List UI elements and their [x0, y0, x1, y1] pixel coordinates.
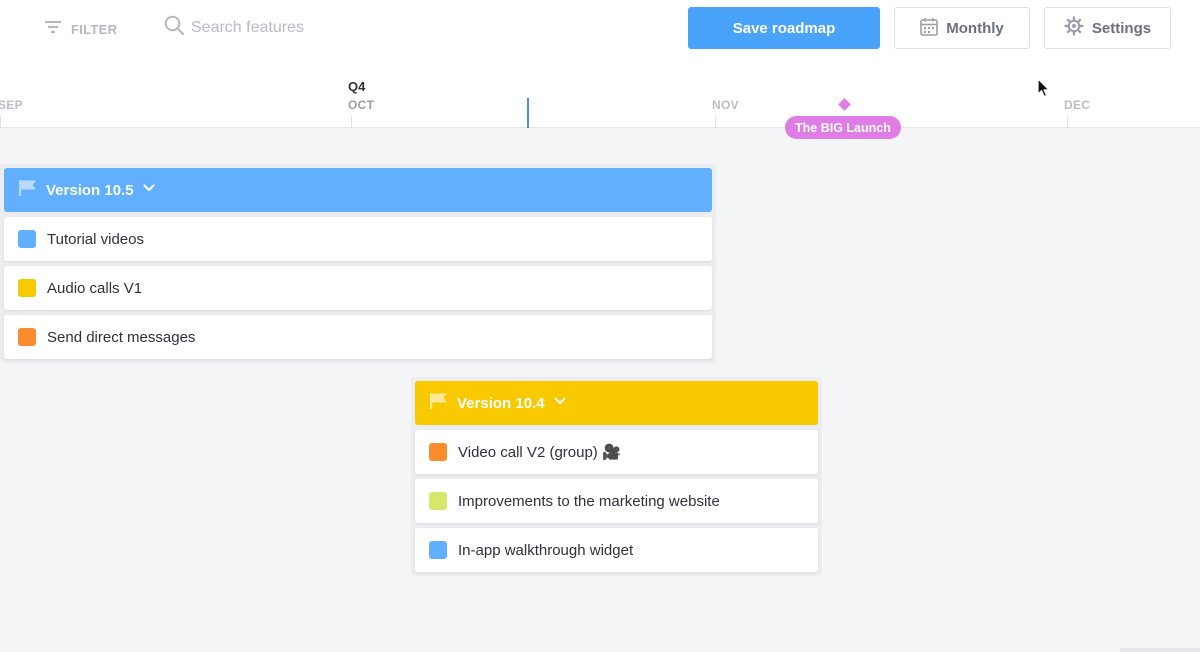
milestone-diamond-icon[interactable] [838, 98, 851, 111]
timeline-header: Q4 SEP OCT NOV DEC The BIG Launch [0, 62, 1200, 139]
gear-icon [1064, 16, 1084, 40]
month-tick [351, 116, 352, 128]
scroll-edge [1120, 648, 1200, 652]
release-header[interactable]: Version 10.4 [415, 381, 818, 425]
release-version-10-5: Version 10.5 Tutorial videos Audio calls… [0, 164, 716, 363]
quarter-label: Q4 [348, 79, 366, 94]
release-header[interactable]: Version 10.5 [4, 168, 712, 212]
toolbar: FILTER Save roadmap Monthly [0, 0, 1200, 62]
chevron-down-icon[interactable] [553, 394, 567, 412]
feature-color-swatch [18, 230, 36, 248]
today-marker [527, 98, 529, 128]
feature-name: Audio calls V1 [47, 279, 143, 297]
feature-name: Tutorial videos [47, 230, 144, 248]
feature-color-swatch [18, 279, 36, 297]
month-label-oct: OCT [348, 98, 375, 112]
feature-row[interactable]: Tutorial videos [4, 217, 712, 261]
feature-name: Video call V2 (group) 🎥 [458, 444, 621, 461]
release-version-10-4: Version 10.4 Video call V2 (group) 🎥 Imp… [411, 377, 822, 576]
mouse-cursor-icon [1037, 78, 1051, 103]
month-label-sep: SEP [0, 98, 23, 112]
feature-row[interactable]: Audio calls V1 [4, 266, 712, 310]
feature-row[interactable]: In-app walkthrough widget [415, 528, 818, 572]
view-mode-label: Monthly [946, 19, 1004, 37]
feature-name: In-app walkthrough widget [458, 541, 634, 559]
month-label-dec: DEC [1064, 98, 1091, 112]
settings-label: Settings [1091, 19, 1152, 37]
chevron-down-icon[interactable] [142, 181, 156, 199]
month-tick [1067, 116, 1068, 128]
release-name: Version 10.4 [457, 394, 545, 412]
feature-row[interactable]: Video call V2 (group) 🎥 [415, 430, 818, 474]
milestone-label[interactable]: The BIG Launch [785, 116, 901, 139]
month-label-nov: NOV [712, 98, 739, 112]
filter-icon [44, 18, 62, 41]
feature-color-swatch [18, 328, 36, 346]
feature-color-swatch [429, 541, 447, 559]
calendar-icon [920, 17, 939, 40]
feature-color-swatch [429, 492, 447, 510]
search-icon [164, 15, 185, 41]
flag-icon [18, 179, 38, 201]
view-mode-button[interactable]: Monthly [894, 7, 1030, 49]
feature-color-swatch [429, 443, 447, 461]
filter-label: FILTER [71, 22, 118, 37]
feature-name: Send direct messages [47, 328, 196, 346]
month-tick [715, 116, 716, 128]
feature-row[interactable]: Improvements to the marketing website [415, 479, 818, 523]
flag-icon [429, 392, 449, 414]
settings-button[interactable]: Settings [1044, 7, 1171, 49]
search-input[interactable] [191, 19, 451, 37]
search-box [164, 14, 464, 42]
filter-button[interactable]: FILTER [44, 18, 117, 41]
feature-name: Improvements to the marketing website [458, 492, 720, 510]
feature-row[interactable]: Send direct messages [4, 315, 712, 359]
save-roadmap-button[interactable]: Save roadmap [688, 7, 880, 49]
month-tick [0, 116, 1, 128]
release-name: Version 10.5 [46, 181, 134, 199]
